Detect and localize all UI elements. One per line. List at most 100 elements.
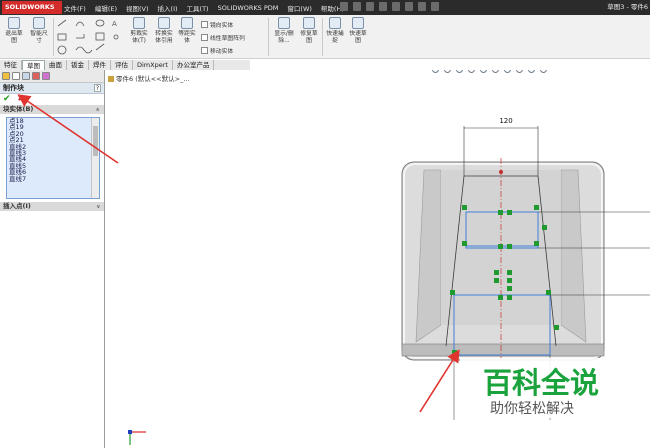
save-icon[interactable] <box>366 2 374 11</box>
tab-sketch[interactable]: 草图 <box>22 60 45 70</box>
sketch-point[interactable] <box>507 210 512 215</box>
menu-tools[interactable]: 工具(T) <box>187 3 209 13</box>
tab-sheet-metal[interactable]: 钣金 <box>67 60 89 70</box>
relations-icon <box>278 17 290 29</box>
solidworks-window: SOLIDWORKS 文件(F) 编辑(E) 视图(V) 插入(I) 工具(T)… <box>0 0 650 448</box>
dimxpert-icon[interactable] <box>32 72 40 80</box>
sketch-point[interactable] <box>494 278 499 283</box>
trim-entities-button[interactable]: 剪裁实体(T) <box>127 17 151 45</box>
tab-surfaces[interactable]: 曲面 <box>45 60 67 70</box>
make-block-title: 制作块 <box>3 84 24 92</box>
tab-features[interactable]: 特征 <box>0 60 22 70</box>
sketch-point[interactable] <box>534 241 539 246</box>
centerline-point[interactable] <box>499 170 503 174</box>
tab-weldments[interactable]: 焊件 <box>89 60 111 70</box>
new-icon[interactable] <box>340 2 348 11</box>
undo-icon[interactable] <box>392 2 400 11</box>
pattern-icon <box>201 34 208 41</box>
block-entities-list[interactable]: 点18 点19 点20 点21 直线2 直线3 直线4 直线5 直线6 直线7 <box>6 117 100 199</box>
circle-tool-icon <box>57 45 67 55</box>
confirm-bar: ✔ ✖ <box>0 94 104 105</box>
dimension-120[interactable]: 120 <box>499 117 512 125</box>
list-scrollbar[interactable] <box>91 118 99 198</box>
move-icon <box>201 47 208 54</box>
sketch-point[interactable] <box>507 286 512 291</box>
open-icon[interactable] <box>353 2 361 11</box>
print-icon[interactable] <box>379 2 387 11</box>
sketch-point[interactable] <box>450 290 455 295</box>
sketch-point[interactable] <box>507 295 512 300</box>
manager-tabs <box>0 70 104 83</box>
bottom-edge <box>401 343 605 357</box>
help-button[interactable]: ? <box>94 84 101 92</box>
expand-icon[interactable]: » <box>94 205 103 209</box>
sketch-point[interactable] <box>507 278 512 283</box>
cancel-button[interactable]: ✖ <box>17 94 25 104</box>
sketch-point[interactable] <box>542 225 547 230</box>
convert-icon <box>158 17 170 29</box>
sketch-point[interactable] <box>554 325 559 330</box>
arc-tool-icon <box>75 21 85 27</box>
mirror-entities-button[interactable]: 镜向实体 <box>201 20 233 29</box>
command-tabs: 特征 草图 曲面 钣金 焊件 评估 DimXpert 办公室产品 <box>0 60 250 70</box>
offset-entities-button[interactable]: 等距实体 <box>177 17 197 45</box>
sketch-point[interactable] <box>507 270 512 275</box>
trim-icon <box>133 17 145 29</box>
menu-bar: 文件(F) 编辑(E) 视图(V) 插入(I) 工具(T) SOLIDWORKS… <box>64 0 353 15</box>
exit-sketch-button[interactable]: 退出草图 <box>3 17 25 45</box>
repair-sketch-button[interactable]: 修复草图 <box>298 17 320 45</box>
exit-sketch-icon <box>8 17 20 29</box>
spline-tool-icon <box>75 46 93 54</box>
solidworks-logo: SOLIDWORKS <box>2 1 62 14</box>
menu-insert[interactable]: 插入(I) <box>158 3 178 13</box>
convert-entities-button[interactable]: 转换实体引用 <box>152 17 176 45</box>
display-manager-icon[interactable] <box>42 72 50 80</box>
sketch-point[interactable] <box>498 244 503 249</box>
ok-button[interactable]: ✔ <box>3 94 11 104</box>
sketch-point[interactable] <box>498 295 503 300</box>
feature-tree-icon[interactable] <box>2 72 10 80</box>
insert-point-group-header[interactable]: 插入点(I) » <box>0 202 104 211</box>
menu-window[interactable]: 窗口(W) <box>287 3 312 13</box>
sketch-point[interactable] <box>462 241 467 246</box>
sketch-point[interactable] <box>546 290 551 295</box>
sketch-point[interactable] <box>494 270 499 275</box>
linear-pattern-button[interactable]: 线性草图阵列 <box>201 33 245 42</box>
ellipse-tool-icon <box>95 19 105 27</box>
rapid-sketch-icon <box>352 17 364 29</box>
rebuild-icon[interactable] <box>418 2 426 11</box>
menu-view[interactable]: 视图(V) <box>126 3 149 13</box>
block-entities-group-header[interactable]: 块实体(B) » <box>0 105 104 114</box>
scrollbar-thumb[interactable] <box>93 126 98 156</box>
menu-pdm[interactable]: SOLIDWORKS PDM <box>218 4 279 12</box>
sketch-point[interactable] <box>462 205 467 210</box>
command-manager: 退出草图 智能尺寸 A 剪裁实体(T) 转换实体引用 等距实体 镜向实体 线性草… <box>0 15 650 59</box>
configuration-manager-icon[interactable] <box>22 72 30 80</box>
select-icon[interactable] <box>405 2 413 11</box>
graphics-area[interactable]: 零件6 (默认<<默认>_... 120 百科全说 助你轻松解决 <box>106 70 650 448</box>
offset-icon <box>181 17 193 29</box>
list-item[interactable]: 直线7 <box>7 175 99 182</box>
sketch-point[interactable] <box>507 244 512 249</box>
menu-edit[interactable]: 编辑(E) <box>95 3 117 13</box>
slot-tool-icon <box>76 34 85 39</box>
rapid-sketch-button[interactable]: 快速草图 <box>347 17 369 45</box>
move-entities-button[interactable]: 移动实体 <box>201 46 233 55</box>
quick-access-toolbar <box>340 2 444 11</box>
quick-snaps-button[interactable]: 快速捕捉 <box>325 17 345 45</box>
window-title: 草图3 - 零件6 <box>607 3 648 11</box>
collapse-icon[interactable]: » <box>94 108 103 112</box>
display-delete-relations-button[interactable]: 显示/删除... <box>272 17 296 45</box>
smart-dimension-button[interactable]: 智能尺寸 <box>27 17 51 45</box>
tab-office-products[interactable]: 办公室产品 <box>173 60 215 70</box>
sketch-point[interactable] <box>498 210 503 215</box>
sketch-point[interactable] <box>534 205 539 210</box>
options-icon[interactable] <box>431 2 439 11</box>
sketch-point[interactable] <box>452 350 457 355</box>
watermark-subtitle: 助你轻松解决 <box>490 401 574 417</box>
property-manager-icon[interactable] <box>12 72 20 80</box>
tab-evaluate[interactable]: 评估 <box>111 60 133 70</box>
make-block-header: 制作块 ? <box>0 83 104 94</box>
menu-file[interactable]: 文件(F) <box>64 3 86 13</box>
tab-dimxpert[interactable]: DimXpert <box>133 60 173 70</box>
